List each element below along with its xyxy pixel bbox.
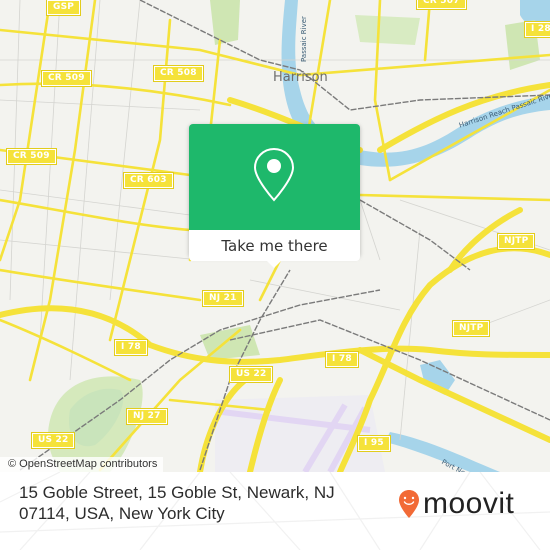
water-label-passaic-river: Passaic River	[300, 16, 308, 62]
road-shield-cr-509-b: CR 509	[6, 148, 57, 165]
road-shield-i-78-b: I 78	[325, 351, 359, 368]
road-shield-i-280: I 280	[523, 21, 550, 38]
take-me-there-button[interactable]: Take me there	[189, 230, 360, 261]
place-label-harrison: Harrison	[273, 70, 328, 85]
moovit-wordmark: moovit	[423, 487, 515, 520]
destination-popup[interactable]: Take me there	[189, 124, 360, 268]
popup-header[interactable]	[189, 124, 360, 230]
location-pin-icon	[253, 147, 295, 202]
road-shield-cr-508: CR 508	[153, 65, 204, 82]
road-shield-us-22: US 22	[228, 366, 274, 383]
road-shield-i-95: I 95	[357, 435, 391, 452]
road-shield-cr-509: CR 509	[41, 70, 92, 87]
park-harrison	[355, 15, 420, 45]
road-shield-gsp: GSP	[45, 0, 82, 16]
moovit-logo[interactable]: moovit	[398, 489, 514, 519]
road-shield-njtp-b: NJTP	[451, 320, 491, 337]
road-shield-nj-21: NJ 21	[202, 290, 244, 307]
road-shield-nj-27: NJ 27	[126, 408, 168, 425]
address-text: 15 Goble Street, 15 Goble St, Newark, NJ…	[19, 483, 335, 523]
map[interactable]: Harrison Passaic River Harrison Reach Pa…	[0, 0, 550, 472]
map-attribution[interactable]: © OpenStreetMap contributors	[0, 457, 164, 472]
park-branch-brook	[210, 0, 240, 45]
road-shield-cr-603: CR 603	[123, 172, 174, 189]
road-shield-njtp: NJTP	[496, 233, 536, 250]
road-shield-us-22-b: US 22	[30, 432, 76, 449]
take-me-there-label: Take me there	[221, 236, 328, 255]
road-shield-i-78: I 78	[114, 339, 148, 356]
popup-pointer	[266, 260, 282, 268]
moovit-pin-icon	[399, 490, 419, 518]
road-shield-cr-507: CR 507	[416, 0, 467, 10]
footer: 15 Goble Street, 15 Goble St, Newark, NJ…	[0, 472, 550, 550]
